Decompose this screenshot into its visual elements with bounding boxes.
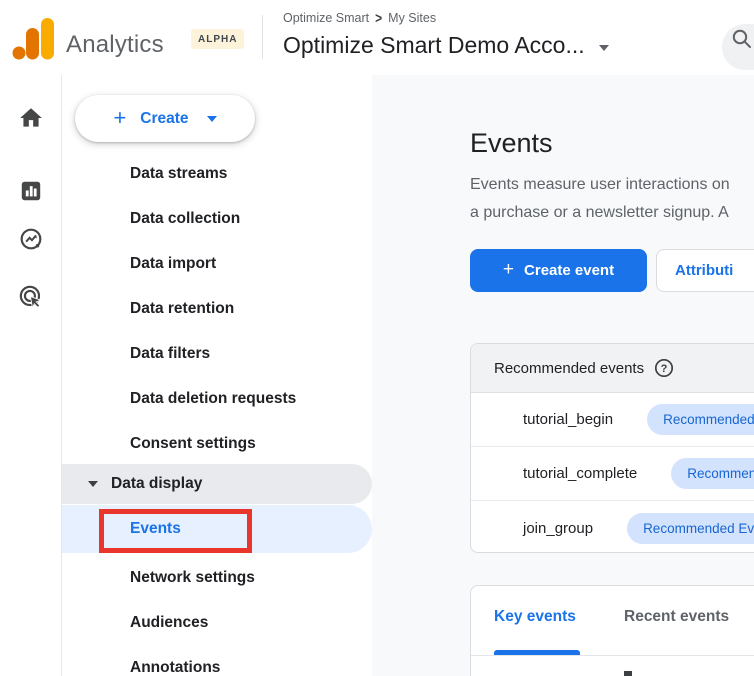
sidebar-item-data-retention[interactable]: Data retention — [62, 286, 372, 331]
events-tabs-card: Key events Recent events — [470, 585, 754, 676]
advertising-icon[interactable] — [18, 284, 44, 310]
chevron-down-icon — [206, 115, 217, 122]
breadcrumb[interactable]: Optimize Smart > My Sites — [283, 9, 436, 27]
sidebar-item-network-settings[interactable]: Network settings — [62, 555, 372, 600]
plus-icon: + — [502, 258, 515, 280]
create-event-label: Create event — [524, 262, 615, 279]
page-description-line1: Events measure user interactions on — [470, 176, 730, 193]
sidebar-item-data-filters[interactable]: Data filters — [62, 331, 372, 376]
event-name: tutorial_begin — [523, 411, 614, 428]
recommended-events-card: Recommended events ? tutorial_begin Reco… — [470, 343, 754, 553]
attribution-settings-button[interactable]: Attributi — [656, 249, 754, 292]
property-switcher[interactable]: Optimize Smart Demo Acco... — [283, 32, 609, 59]
create-event-button[interactable]: + Create event — [470, 249, 647, 292]
header-divider — [262, 15, 263, 59]
event-name: tutorial_complete — [523, 465, 638, 482]
breadcrumb-chevron-icon: > — [375, 9, 383, 27]
search-icon[interactable] — [731, 28, 753, 50]
breadcrumb-account[interactable]: Optimize Smart — [283, 11, 369, 25]
clipped-text-fragment — [624, 671, 632, 676]
sidebar-item-annotations[interactable]: Annotations — [62, 645, 372, 676]
plus-icon: + — [113, 104, 127, 130]
breadcrumb-section[interactable]: My Sites — [388, 11, 436, 25]
tab-key-events[interactable]: Key events — [494, 608, 576, 626]
recommended-events-title: Recommended events — [494, 359, 645, 377]
explore-icon[interactable] — [18, 226, 44, 252]
sidebar-item-audiences[interactable]: Audiences — [62, 600, 372, 645]
sidebar-menu-top: Data streams Data collection Data import… — [62, 151, 372, 466]
svg-text:?: ? — [661, 363, 668, 375]
page-title: Events — [470, 128, 553, 158]
app-header: Analytics ALPHA Optimize Smart > My Site… — [0, 0, 754, 75]
expand-caret-icon[interactable] — [88, 481, 98, 487]
recommended-badge: Recommen — [671, 458, 754, 489]
help-icon[interactable]: ? — [654, 358, 674, 378]
event-name: join_group — [523, 519, 594, 537]
home-icon[interactable] — [18, 105, 44, 131]
recommended-events-header: Recommended events ? — [471, 344, 754, 393]
sidebar-group-label: Data display — [111, 475, 203, 492]
sidebar-item-data-import[interactable]: Data import — [62, 241, 372, 286]
page-description-line2: a purchase or a newsletter signup. A — [470, 204, 729, 221]
analytics-admin-page: Analytics ALPHA Optimize Smart > My Site… — [0, 0, 754, 676]
create-button-label: Create — [140, 109, 189, 127]
table-row[interactable]: tutorial_begin Recommended — [471, 393, 754, 447]
reports-icon[interactable] — [18, 178, 44, 204]
sidebar-item-data-collection[interactable]: Data collection — [62, 196, 372, 241]
product-name[interactable]: Analytics — [66, 31, 164, 59]
red-highlight-box — [99, 509, 252, 553]
sidebar-group-data-display[interactable]: Data display — [62, 464, 372, 504]
attribution-label: Attributi — [675, 262, 734, 279]
recommended-badge: Recommended Eve — [627, 512, 754, 544]
create-button[interactable]: + Create — [75, 95, 255, 142]
sidebar-item-data-streams[interactable]: Data streams — [62, 151, 372, 196]
google-analytics-logo-icon[interactable] — [10, 14, 56, 62]
alpha-badge: ALPHA — [191, 29, 245, 49]
table-row[interactable]: join_group Recommended Eve — [471, 501, 754, 555]
tabs-divider — [471, 655, 754, 656]
tab-recent-events[interactable]: Recent events — [624, 608, 729, 626]
sidebar-item-consent-settings[interactable]: Consent settings — [62, 421, 372, 466]
nav-rail — [0, 75, 62, 676]
table-row[interactable]: tutorial_complete Recommen — [471, 447, 754, 501]
recommended-badge: Recommended — [647, 404, 754, 435]
sidebar-item-data-deletion-requests[interactable]: Data deletion requests — [62, 376, 372, 421]
chevron-down-icon — [598, 44, 609, 51]
property-title[interactable]: Optimize Smart Demo Acco... — [283, 32, 585, 59]
sidebar-menu-bottom: Network settings Audiences Annotations — [62, 555, 372, 676]
